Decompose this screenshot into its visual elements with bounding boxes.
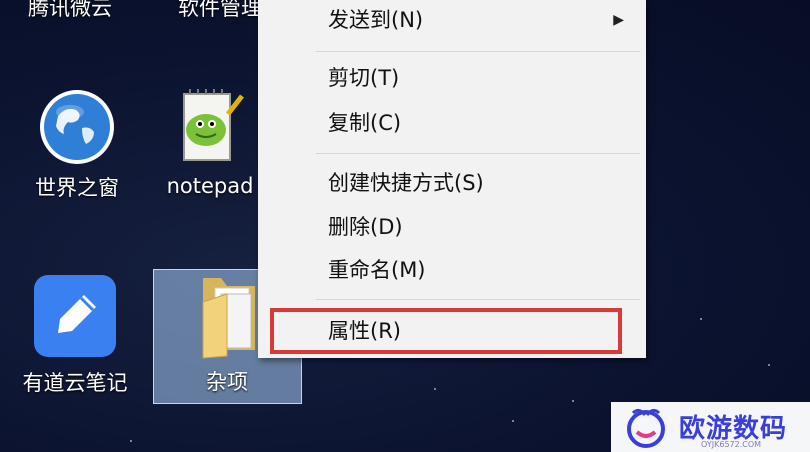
desktop-icon-label: notepad bbox=[166, 174, 254, 198]
watermark-logo-icon bbox=[627, 408, 665, 448]
menu-item-label: 删除(D) bbox=[328, 215, 403, 239]
menu-item-label: 发送到(N) bbox=[328, 8, 424, 32]
menu-item-send-to[interactable]: 发送到(N) ▶ bbox=[258, 0, 646, 40]
menu-item-copy[interactable]: 复制(C) bbox=[258, 103, 646, 143]
menu-item-create-shortcut[interactable]: 创建快捷方式(S) bbox=[258, 163, 646, 203]
menu-item-cut[interactable]: 剪切(T) bbox=[258, 58, 646, 98]
menu-separator bbox=[316, 299, 640, 300]
menu-separator bbox=[316, 153, 640, 154]
desktop-label-software[interactable]: 软件管理 bbox=[178, 0, 262, 22]
watermark-subtitle: OYJK6572.COM bbox=[701, 440, 762, 449]
menu-item-rename[interactable]: 重命名(M) bbox=[258, 250, 646, 290]
globe-icon bbox=[40, 90, 114, 164]
desktop-icon-notepad[interactable]: notepad bbox=[155, 88, 265, 198]
watermark: 欧游数码 OYJK6572.COM bbox=[611, 402, 810, 452]
context-menu: 发送到(N) ▶ 剪切(T) 复制(C) 创建快捷方式(S) 删除(D) 重命名… bbox=[258, 0, 646, 358]
menu-item-label: 复制(C) bbox=[328, 111, 402, 135]
menu-item-label: 重命名(M) bbox=[328, 258, 426, 282]
desktop-label-weiyun[interactable]: 腾讯微云 bbox=[28, 0, 112, 22]
desktop-icon-label: 杂项 bbox=[206, 370, 248, 394]
folder-icon bbox=[202, 278, 255, 359]
notepad-icon bbox=[183, 89, 244, 161]
submenu-arrow-icon: ▶ bbox=[613, 12, 624, 28]
menu-separator bbox=[316, 51, 640, 52]
desktop-icon-label: 世界之窗 bbox=[35, 176, 119, 200]
desktop-icon-label: 有道云笔记 bbox=[22, 371, 128, 395]
pen-note-icon bbox=[34, 275, 116, 357]
desktop-icon-shijie[interactable]: 世界之窗 bbox=[22, 88, 132, 202]
properties-highlight-box bbox=[270, 308, 622, 354]
menu-item-label: 创建快捷方式(S) bbox=[328, 171, 484, 195]
menu-item-label: 剪切(T) bbox=[328, 66, 400, 90]
menu-item-delete[interactable]: 删除(D) bbox=[258, 207, 646, 247]
desktop-icon-youdao[interactable]: 有道云笔记 bbox=[12, 273, 138, 397]
